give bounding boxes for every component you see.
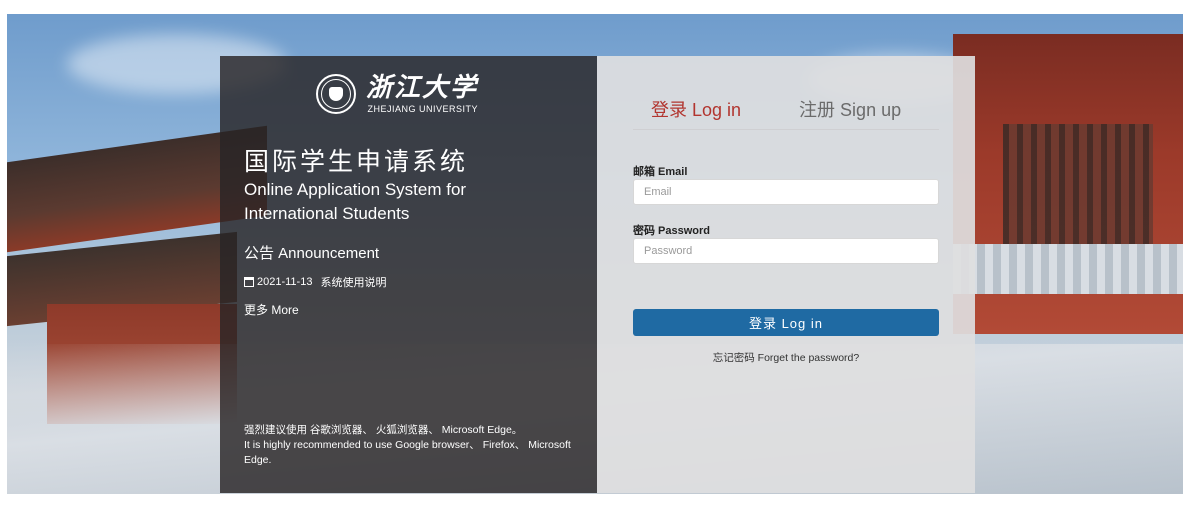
browser-recommendation: 强烈建议使用 谷歌浏览器、 火狐浏览器、 Microsoft Edge。 It … [244,423,584,468]
browser-note-en: It is highly recommended to use Google b… [244,439,571,466]
university-logo: 浙江大学 ZHEJIANG UNIVERSITY [316,74,478,114]
logo-name-en: ZHEJIANG UNIVERSITY [367,104,479,114]
forgot-password-link[interactable]: 忘记密码 Forget the password? [597,350,975,365]
info-panel: 浙江大学 ZHEJIANG UNIVERSITY 国际学生申请系统 Online… [220,56,597,493]
login-panel: 登录 Log in 注册 Sign up 邮箱 Email 密码 Passwor… [597,56,975,493]
email-label: 邮箱 Email [633,166,688,178]
login-button[interactable]: 登录 Log in [633,309,939,336]
calendar-icon [244,277,254,287]
browser-note-cn: 强烈建议使用 谷歌浏览器、 火狐浏览器、 Microsoft Edge。 [244,424,523,436]
email-field[interactable] [633,179,939,205]
announcement-item[interactable]: 2021-11-13 系统使用说明 [244,274,386,290]
announcement-title: 公告 Announcement [244,245,380,262]
more-link[interactable]: 更多 More [244,301,299,318]
logo-name-cn: 浙江大学 [366,73,479,103]
stone-railing [953,244,1183,294]
password-field[interactable] [633,238,939,264]
university-seal-icon [316,74,356,114]
tab-login[interactable]: 登录 Log in [651,96,741,122]
announcement-text: 系统使用说明 [320,277,387,289]
system-title-en: Online Application System for Internatio… [244,180,467,223]
system-title-cn: 国际学生申请系统 [244,148,469,176]
auth-tabs: 登录 Log in 注册 Sign up [651,96,931,122]
password-label: 密码 Password [633,225,711,237]
lattice-window [1003,124,1153,244]
tab-signup[interactable]: 注册 Sign up [799,96,901,122]
tabs-divider [633,129,939,130]
announcement-date: 2021-11-13 [257,276,313,288]
